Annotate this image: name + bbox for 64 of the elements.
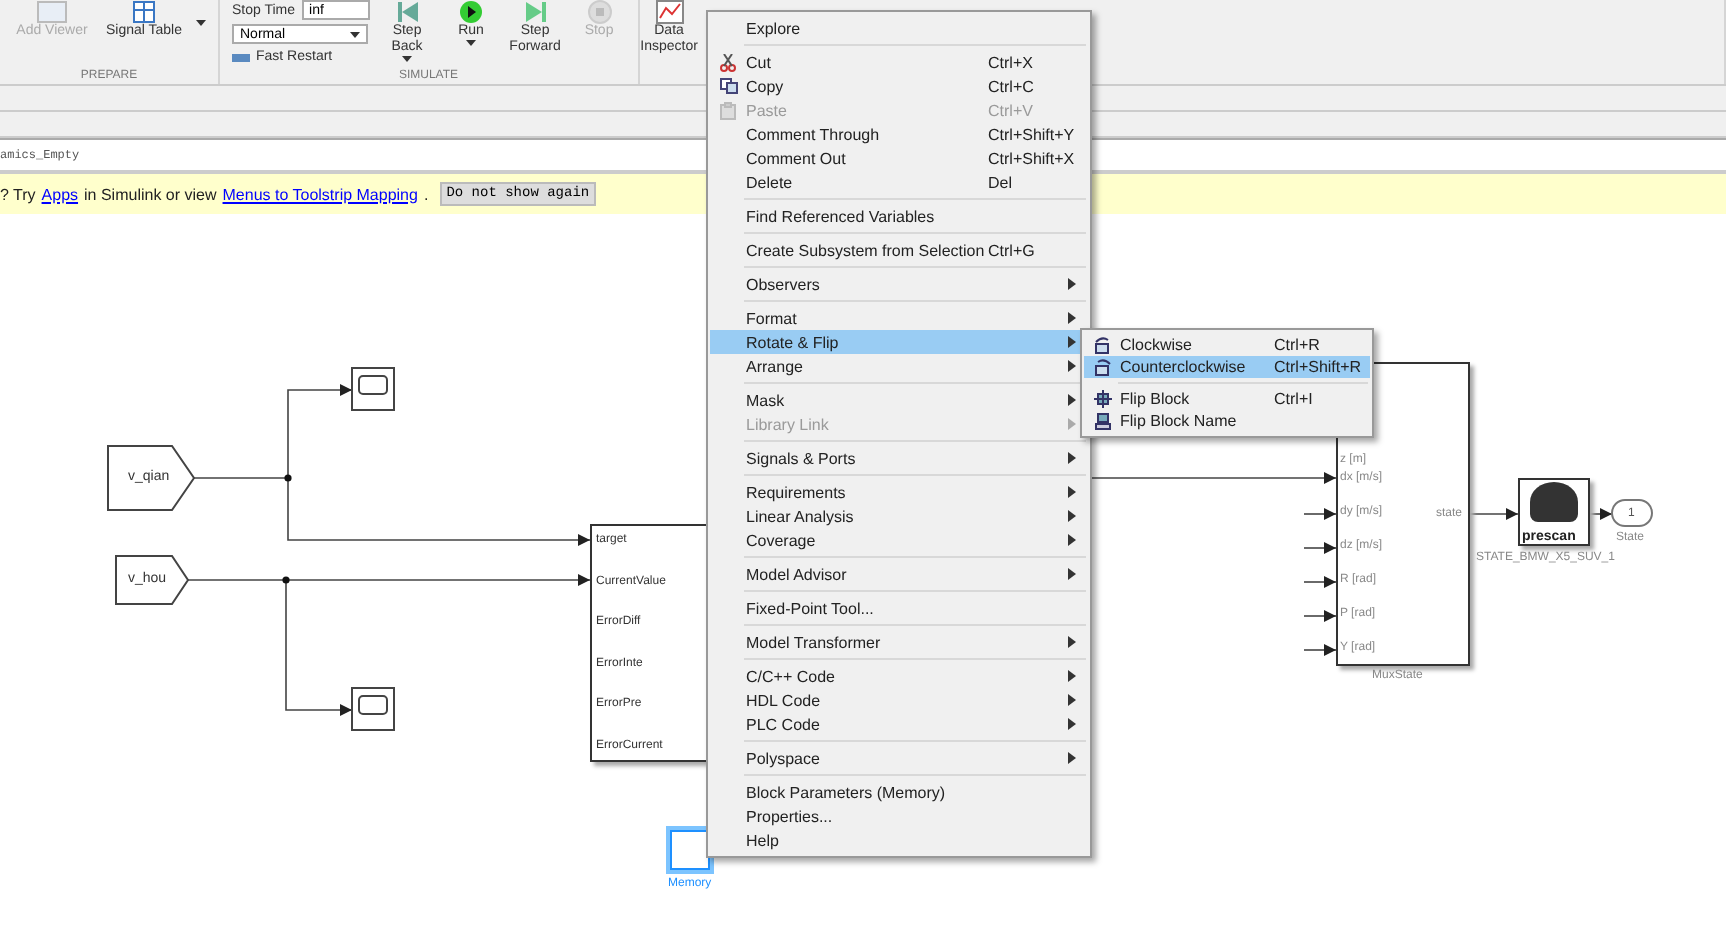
table-icon [132,0,156,24]
menu-item[interactable]: PLC Code [710,712,1088,736]
menu-item[interactable]: Clockwise Ctrl+R [1084,334,1370,356]
signal-line [1303,542,1337,554]
from-block [107,445,196,511]
menu-item[interactable]: Comment Out Ctrl+Shift+X [710,146,1088,170]
menu-item[interactable]: Flip Block Name [1084,410,1370,432]
menu-item[interactable]: Linear Analysis [710,504,1088,528]
menu-item[interactable]: Properties... [710,804,1088,828]
menu-item[interactable]: Cut Ctrl+X [710,50,1088,74]
copy-icon [719,78,737,94]
signal-line [1589,508,1613,520]
menu-item[interactable]: C/C++ Code [710,664,1088,688]
menu-item[interactable]: Explore [710,16,1088,40]
menu-item[interactable]: HDL Code [710,688,1088,712]
menu-item[interactable]: Polyspace [710,746,1088,770]
step-back-icon [393,0,422,24]
menu-item[interactable]: Counterclockwise Ctrl+Shift+R [1084,356,1370,378]
menu-item[interactable]: Model Advisor [710,562,1088,586]
caret-icon[interactable] [196,20,206,26]
junction-dot [284,474,292,482]
menu-item[interactable]: Requirements [710,480,1088,504]
step-forward-icon [521,0,550,24]
clipboard-icon [720,101,736,119]
banner-text: ? Try [0,185,36,203]
signal-line [1303,576,1337,588]
banner-text: in Simulink or view [84,185,217,203]
play-icon [458,0,485,24]
menu-item[interactable]: Arrange [710,354,1088,378]
scope-block [351,687,395,731]
menu-item[interactable]: Flip Block Ctrl+I [1084,388,1370,410]
mapping-link[interactable]: Menus to Toolstrip Mapping [222,185,418,203]
apps-link[interactable]: Apps [41,185,79,203]
caret-icon [350,31,360,37]
menu-item[interactable]: Fixed-Point Tool... [710,596,1088,620]
menu-item[interactable]: Find Referenced Variables [710,204,1088,228]
junction-dot [282,576,290,584]
scissors-icon [720,53,736,71]
banner-text: . [423,185,429,203]
rotate-clockwise-icon [1093,336,1111,354]
chart-icon [655,0,684,24]
from-block [115,555,190,605]
menu-item[interactable]: Coverage [710,528,1088,552]
menu-item[interactable]: Signals & Ports [710,446,1088,470]
menu-item[interactable]: Block Parameters (Memory) [710,780,1088,804]
scope-block [351,367,395,411]
flip-name-icon [1093,412,1111,430]
menu-item[interactable]: Create Subsystem from Selection Ctrl+G [710,238,1088,262]
menu-item[interactable]: Copy Ctrl+C [710,74,1088,98]
outport-block [1611,499,1653,527]
menu-item[interactable]: Mask [710,388,1088,412]
rotate-counterclockwise-icon [1093,358,1111,376]
signal-line [1303,508,1337,520]
signal-line [1469,508,1519,520]
fast-restart-icon [232,51,250,63]
menu-item[interactable]: Model Transformer [710,630,1088,654]
signal-line [1303,610,1337,622]
flip-block-icon [1093,390,1111,408]
menu-item[interactable]: Observers [710,272,1088,296]
signal-line [1303,644,1337,656]
menu-item[interactable]: Delete Del [710,170,1088,194]
menu-item[interactable]: Comment Through Ctrl+Shift+Y [710,122,1088,146]
menu-item[interactable]: Help [710,828,1088,852]
menu-item[interactable]: Format [710,306,1088,330]
